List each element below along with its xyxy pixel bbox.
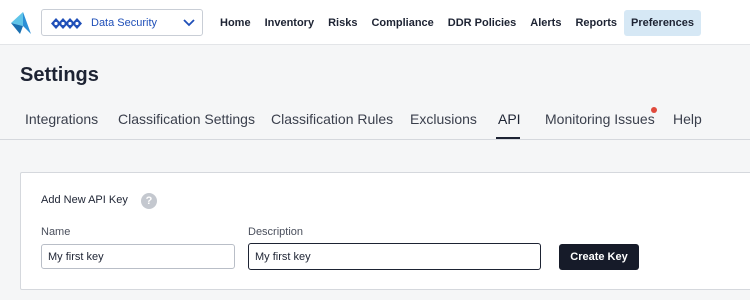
tab-monitoring-issues[interactable]: Monitoring Issues bbox=[545, 111, 655, 127]
add-api-key-card: Add New API Key ? Name Description Creat… bbox=[20, 172, 750, 290]
top-nav-bar: Data Security Home Inventory Risks Compl… bbox=[0, 0, 750, 45]
product-selector[interactable]: Data Security bbox=[41, 9, 203, 36]
main-nav: Home Inventory Risks Compliance DDR Poli… bbox=[213, 10, 702, 36]
nav-alerts[interactable]: Alerts bbox=[523, 10, 568, 36]
tab-integrations[interactable]: Integrations bbox=[25, 111, 98, 127]
nav-ddr-policies[interactable]: DDR Policies bbox=[441, 10, 523, 36]
active-tab-indicator bbox=[496, 137, 520, 139]
tab-api[interactable]: API bbox=[498, 111, 521, 127]
notification-dot bbox=[651, 107, 657, 113]
create-key-button[interactable]: Create Key bbox=[559, 244, 639, 270]
description-field-label: Description bbox=[248, 226, 304, 238]
settings-tabs: Integrations Classification Settings Cla… bbox=[0, 100, 750, 140]
nav-reports[interactable]: Reports bbox=[568, 10, 624, 36]
nav-risks[interactable]: Risks bbox=[321, 10, 364, 36]
name-input[interactable] bbox=[41, 244, 235, 269]
name-field-label: Name bbox=[41, 226, 71, 238]
nav-preferences[interactable]: Preferences bbox=[624, 10, 702, 36]
card-title: Add New API Key bbox=[41, 194, 128, 206]
description-input[interactable] bbox=[248, 243, 541, 270]
tab-help[interactable]: Help bbox=[673, 111, 702, 127]
nav-inventory[interactable]: Inventory bbox=[258, 10, 322, 36]
nav-compliance[interactable]: Compliance bbox=[364, 10, 440, 36]
tab-classification-rules[interactable]: Classification Rules bbox=[271, 111, 393, 127]
page-title: Settings bbox=[20, 64, 99, 86]
help-icon[interactable]: ? bbox=[141, 193, 157, 209]
tab-classification-settings[interactable]: Classification Settings bbox=[118, 111, 255, 127]
brand-logo-icon[interactable] bbox=[11, 12, 31, 34]
data-security-icon bbox=[51, 18, 82, 29]
nav-home[interactable]: Home bbox=[213, 10, 258, 36]
product-selector-label: Data Security bbox=[91, 17, 158, 29]
tab-exclusions[interactable]: Exclusions bbox=[410, 111, 477, 127]
chevron-down-icon bbox=[183, 19, 195, 27]
